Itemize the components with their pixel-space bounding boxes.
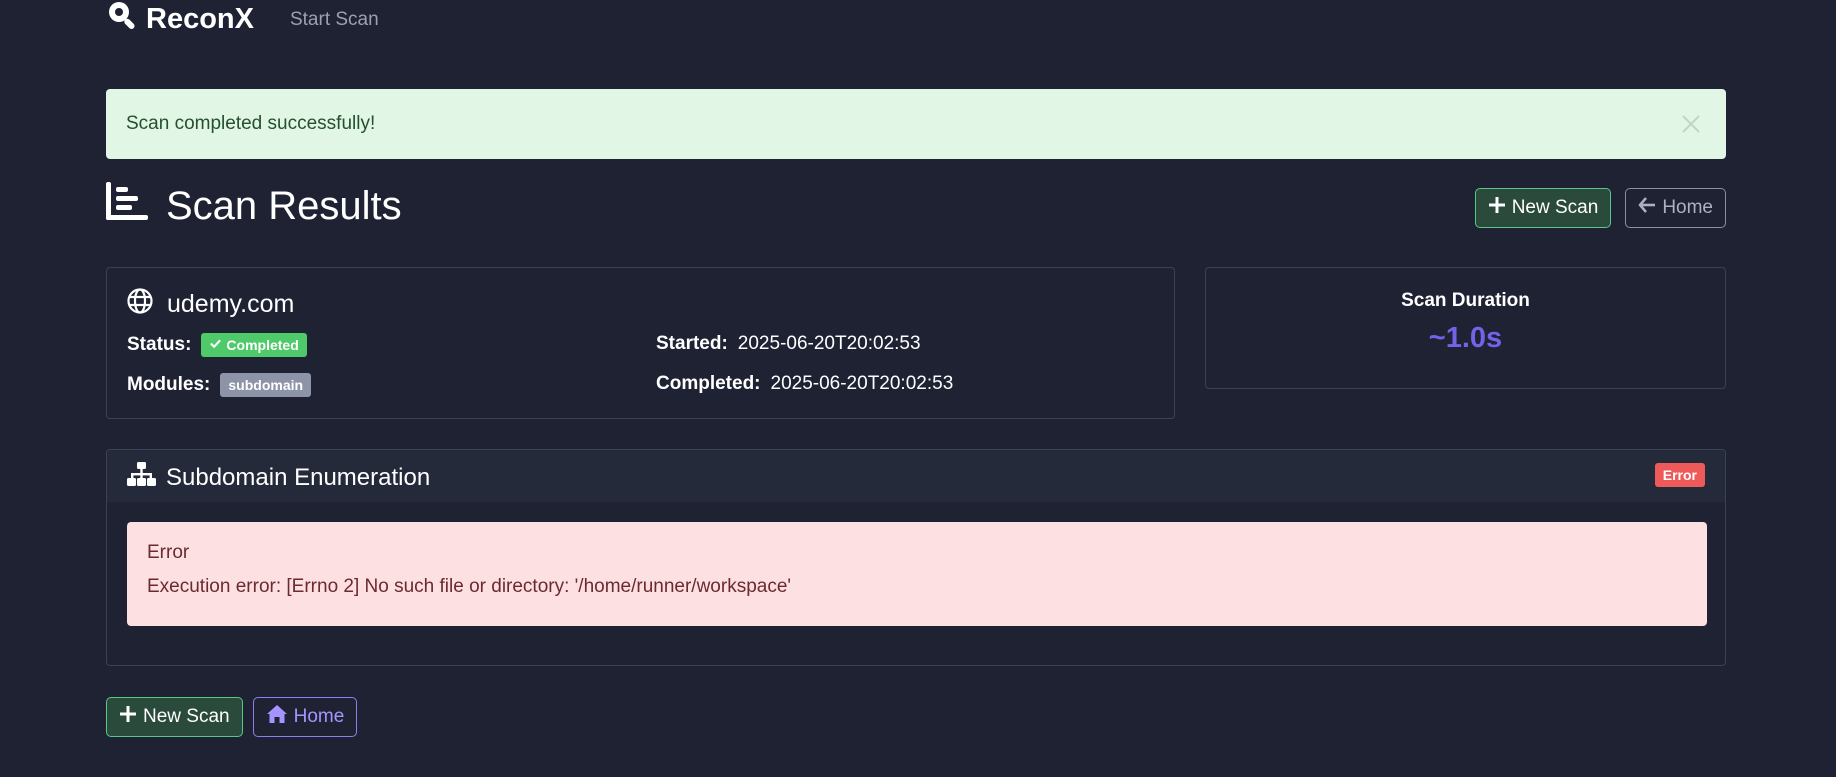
subdomain-title-text: Subdomain Enumeration	[166, 464, 431, 491]
plus-icon	[119, 705, 137, 729]
footer-new-scan-label: New Scan	[143, 706, 230, 727]
status-label: Status:	[127, 334, 192, 355]
search-icon	[106, 0, 138, 39]
error-badge: Error	[1654, 463, 1705, 487]
footer-home-button[interactable]: Home	[252, 697, 358, 737]
plus-icon	[1488, 196, 1506, 220]
duration-value: ~1.0s	[1428, 322, 1503, 354]
started-value: 2025-06-20T20:02:53	[737, 333, 921, 354]
domain-name: udemy.com	[167, 290, 295, 318]
close-icon[interactable]	[1678, 111, 1704, 137]
scan-domain: udemy.com	[127, 288, 294, 321]
subdomain-card: Subdomain Enumeration Error Error Execut…	[106, 449, 1726, 666]
modules-label: Modules:	[127, 374, 211, 395]
page-title-text: Scan Results	[166, 183, 402, 228]
nav-link-start-scan[interactable]: Start Scan	[290, 9, 379, 31]
page-header: Scan Results New Scan Home	[106, 180, 1726, 230]
brand-logo[interactable]: ReconX	[106, 0, 254, 39]
footer-new-scan-button[interactable]: New Scan	[106, 697, 243, 737]
error-title: Error	[147, 542, 190, 563]
duration-label: Scan Duration	[1401, 290, 1530, 311]
status-badge: Completed	[201, 333, 307, 357]
subdomain-card-header: Subdomain Enumeration Error	[107, 450, 1725, 502]
success-alert: Scan completed successfully!	[106, 89, 1726, 159]
page-title: Scan Results	[106, 182, 402, 230]
header-actions: New Scan Home	[1474, 188, 1726, 228]
error-message: Execution error: [Errno 2] No such file …	[147, 576, 792, 597]
status-value: Completed	[226, 337, 299, 353]
home-icon	[266, 704, 288, 730]
module-badge: subdomain	[220, 373, 312, 397]
started-label: Started:	[656, 333, 728, 354]
status-row: Status: Completed	[127, 333, 307, 357]
home-button[interactable]: Home	[1625, 188, 1726, 228]
brand-name: ReconX	[146, 2, 254, 35]
bar-chart-icon	[106, 182, 148, 230]
new-scan-button[interactable]: New Scan	[1474, 188, 1612, 228]
started-row: Started: 2025-06-20T20:02:53	[656, 333, 921, 355]
check-icon	[209, 337, 222, 353]
completed-label: Completed:	[656, 373, 761, 394]
alert-message: Scan completed successfully!	[126, 113, 376, 134]
footer-actions: New Scan Home	[106, 697, 358, 737]
error-alert: Error Execution error: [Errno 2] No such…	[127, 522, 1707, 626]
scan-duration-card: Scan Duration ~1.0s	[1205, 267, 1726, 389]
home-label: Home	[1662, 197, 1713, 218]
subdomain-title: Subdomain Enumeration	[127, 462, 430, 494]
modules-row: Modules: subdomain	[127, 373, 312, 397]
scan-info-card: udemy.com Status: Completed Modules: sub…	[106, 267, 1175, 419]
arrow-left-icon	[1638, 196, 1656, 220]
globe-icon	[127, 288, 153, 321]
footer-home-label: Home	[293, 706, 345, 727]
new-scan-label: New Scan	[1511, 197, 1599, 218]
navbar: ReconX Start Scan	[106, 0, 379, 40]
completed-row: Completed: 2025-06-20T20:02:53	[656, 373, 953, 395]
sitemap-icon	[127, 462, 156, 494]
completed-value: 2025-06-20T20:02:53	[770, 373, 954, 394]
